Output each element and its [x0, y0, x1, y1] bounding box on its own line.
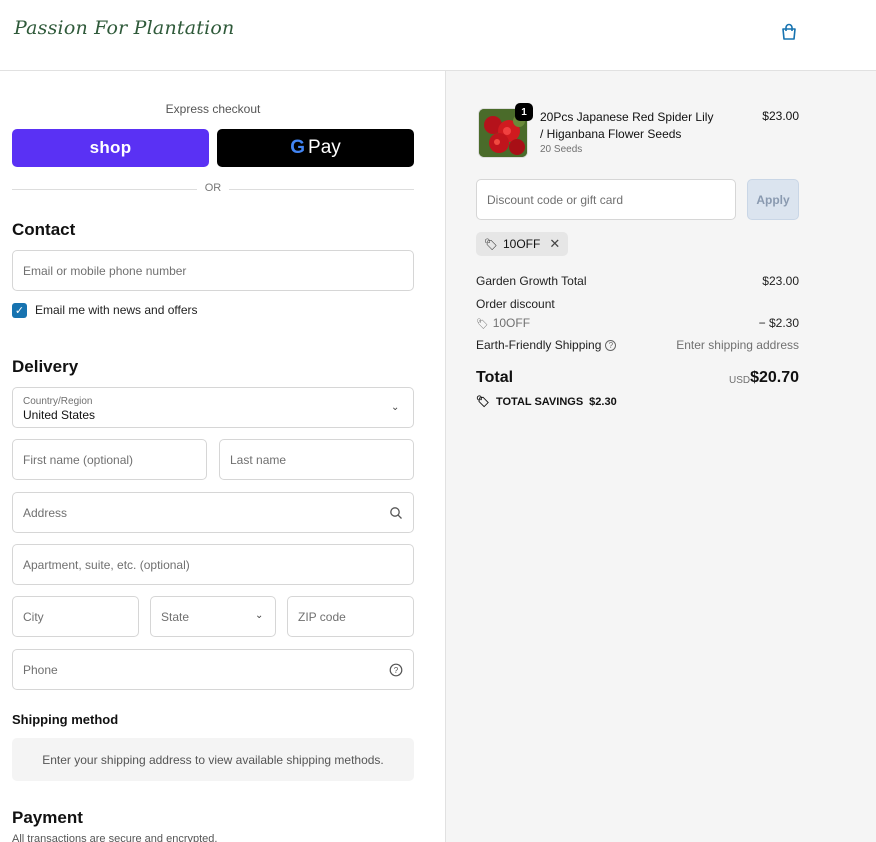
site-header: Passion For Plantation	[0, 0, 876, 71]
help-icon[interactable]: ?	[389, 663, 403, 677]
address-field[interactable]: Address	[12, 492, 414, 533]
tag-icon: 🏷	[476, 396, 490, 408]
google-g-icon: G	[290, 137, 306, 158]
first-name-field[interactable]: First name (optional)	[12, 439, 207, 480]
divider-line	[12, 189, 197, 190]
last-name-field[interactable]: Last name	[219, 439, 414, 480]
country-select[interactable]: Country/Region United States ⌄	[12, 387, 414, 428]
shipping-method-title: Shipping method	[12, 712, 119, 727]
first-name-placeholder: First name (optional)	[23, 452, 134, 467]
divider-line	[229, 189, 414, 190]
savings-value: $2.30	[589, 395, 617, 408]
google-pay-label: Pay	[308, 137, 341, 158]
total-savings: 🏷 TOTAL SAVINGS $2.30	[476, 395, 617, 409]
discount-code-input[interactable]: Discount code or gift card	[476, 179, 736, 220]
news-checkbox-label: Email me with news and offers	[35, 303, 198, 317]
product-name: 20Pcs Japanese Red Spider Lily / Higanba…	[540, 110, 714, 141]
discount-code: 10OFF	[492, 316, 531, 330]
applied-discount-chip: 🏷 10OFF ✕	[476, 232, 569, 256]
total-value: $20.70	[750, 369, 799, 386]
discount-placeholder: Discount code or gift card	[487, 192, 624, 207]
chevron-down-icon: ⌄	[391, 402, 400, 413]
savings-label: TOTAL SAVINGS	[495, 395, 584, 408]
address-placeholder: Address	[23, 505, 68, 520]
payment-subtitle: All transactions are secure and encrypte…	[12, 833, 218, 842]
chevron-down-icon: ⌄	[255, 610, 264, 621]
last-name-placeholder: Last name	[230, 452, 287, 467]
or-text: OR	[204, 182, 222, 194]
phone-field[interactable]: Phone ?	[12, 649, 414, 690]
payment-title: Payment	[12, 808, 83, 827]
apply-button[interactable]: Apply	[747, 179, 799, 220]
delivery-title: Delivery	[12, 357, 79, 376]
country-label: Country/Region	[23, 396, 93, 407]
close-icon[interactable]: ✕	[549, 236, 560, 252]
shipping-value: Enter shipping address	[676, 338, 799, 352]
order-summary: 1 20Pcs Japanese Red Spider Lily / Higan…	[446, 71, 876, 842]
news-offers-checkbox-row[interactable]: ✓ Email me with news and offers	[12, 302, 198, 318]
apartment-placeholder: Apartment, suite, etc. (optional)	[23, 557, 190, 572]
state-select[interactable]: State ⌄	[150, 596, 276, 637]
svg-text:?: ?	[394, 666, 399, 675]
checkout-form: Express checkout shop G Pay OR Contact E…	[0, 71, 446, 842]
quantity-badge: 1	[515, 103, 533, 121]
total-label: Total	[476, 369, 514, 386]
shop-pay-button[interactable]: shop	[12, 129, 209, 167]
store-logo[interactable]: Passion For Plantation	[14, 17, 234, 39]
product-price: $23.00	[762, 109, 799, 123]
country-value: United States	[23, 408, 96, 422]
order-discount-label: Order discount	[476, 297, 555, 311]
city-field[interactable]: City	[12, 596, 139, 637]
help-icon[interactable]: ?	[605, 340, 617, 352]
apartment-field[interactable]: Apartment, suite, etc. (optional)	[12, 544, 414, 585]
or-divider: OR	[12, 181, 414, 197]
shipping-methods-message: Enter your shipping address to view avai…	[12, 738, 414, 781]
contact-title: Contact	[12, 220, 76, 239]
tag-icon: 🏷	[476, 319, 489, 330]
checkbox-checked-icon[interactable]: ✓	[12, 302, 27, 318]
product-variant: 20 Seeds	[540, 144, 583, 155]
zip-placeholder: ZIP code	[298, 609, 346, 624]
phone-placeholder: Phone	[23, 662, 58, 677]
state-placeholder: State	[161, 610, 190, 624]
discount-code-row: 🏷 10OFF	[476, 316, 530, 330]
shopping-bag-icon[interactable]	[780, 23, 798, 41]
city-placeholder: City	[23, 609, 44, 624]
shipping-row-label: Earth-Friendly Shipping?	[476, 338, 617, 352]
currency-code: USD	[729, 375, 751, 386]
tag-icon: 🏷	[484, 238, 498, 251]
search-icon	[390, 507, 402, 519]
email-field[interactable]: Email or mobile phone number	[12, 250, 414, 291]
discount-value: − $2.30	[758, 316, 799, 330]
zip-field[interactable]: ZIP code	[287, 596, 414, 637]
email-placeholder: Email or mobile phone number	[23, 263, 187, 278]
subtotal-label: Garden Growth Total	[476, 274, 587, 288]
google-pay-button[interactable]: G Pay	[217, 129, 414, 167]
subtotal-value: $23.00	[762, 274, 799, 288]
shipping-label: Earth-Friendly Shipping	[476, 338, 602, 352]
express-checkout-title: Express checkout	[165, 102, 261, 116]
applied-code: 10OFF	[502, 237, 541, 251]
